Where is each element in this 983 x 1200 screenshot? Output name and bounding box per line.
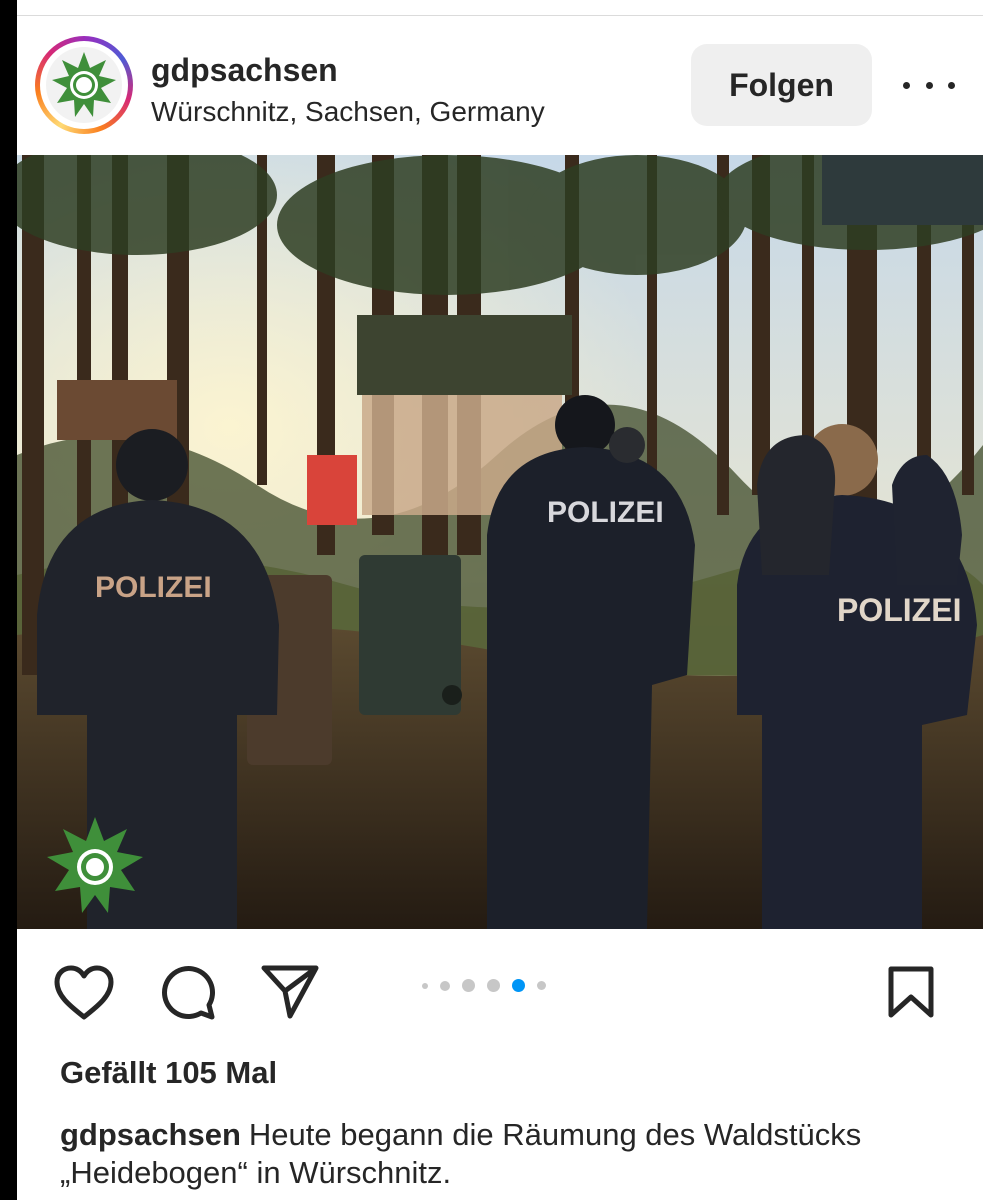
likes-count[interactable]: Gefällt 105 Mal xyxy=(60,1055,277,1091)
caption-username[interactable]: gdpsachsen xyxy=(60,1117,241,1152)
post-header: gdpsachsen Würschnitz, Sachsen, Germany … xyxy=(17,16,983,155)
share-icon[interactable] xyxy=(259,963,321,1026)
avatar-border xyxy=(40,41,128,129)
post-username[interactable]: gdpsachsen xyxy=(151,52,338,89)
action-bar xyxy=(17,929,983,1044)
carousel-dot-active xyxy=(512,979,525,992)
post-image[interactable]: POLIZEI POLIZEI POLIZEI xyxy=(17,155,983,929)
screen-edge xyxy=(0,0,17,1200)
more-horizontal-icon[interactable] xyxy=(901,68,957,102)
more-dot xyxy=(925,81,933,89)
carousel-dot xyxy=(487,979,500,992)
heart-icon[interactable] xyxy=(53,965,115,1026)
avatar[interactable] xyxy=(35,36,133,134)
post-caption: gdpsachsen Heute begann die Räumung des W… xyxy=(60,1116,940,1192)
carousel-dot xyxy=(462,979,475,992)
bookmark-icon[interactable] xyxy=(887,965,935,1024)
vest-label: POLIZEI xyxy=(837,592,961,628)
vest-label: POLIZEI xyxy=(95,571,212,604)
comment-icon[interactable] xyxy=(159,963,217,1026)
post-location[interactable]: Würschnitz, Sachsen, Germany xyxy=(151,96,545,128)
gdp-logo-icon xyxy=(46,47,122,123)
carousel-dot xyxy=(422,982,428,989)
carousel-indicator xyxy=(422,979,546,992)
follow-button[interactable]: Folgen xyxy=(691,44,872,126)
more-dot xyxy=(903,81,910,89)
vest-label: POLIZEI xyxy=(547,496,664,529)
carousel-dot xyxy=(440,980,450,991)
more-dot xyxy=(948,81,955,89)
carousel-dot xyxy=(537,981,546,990)
